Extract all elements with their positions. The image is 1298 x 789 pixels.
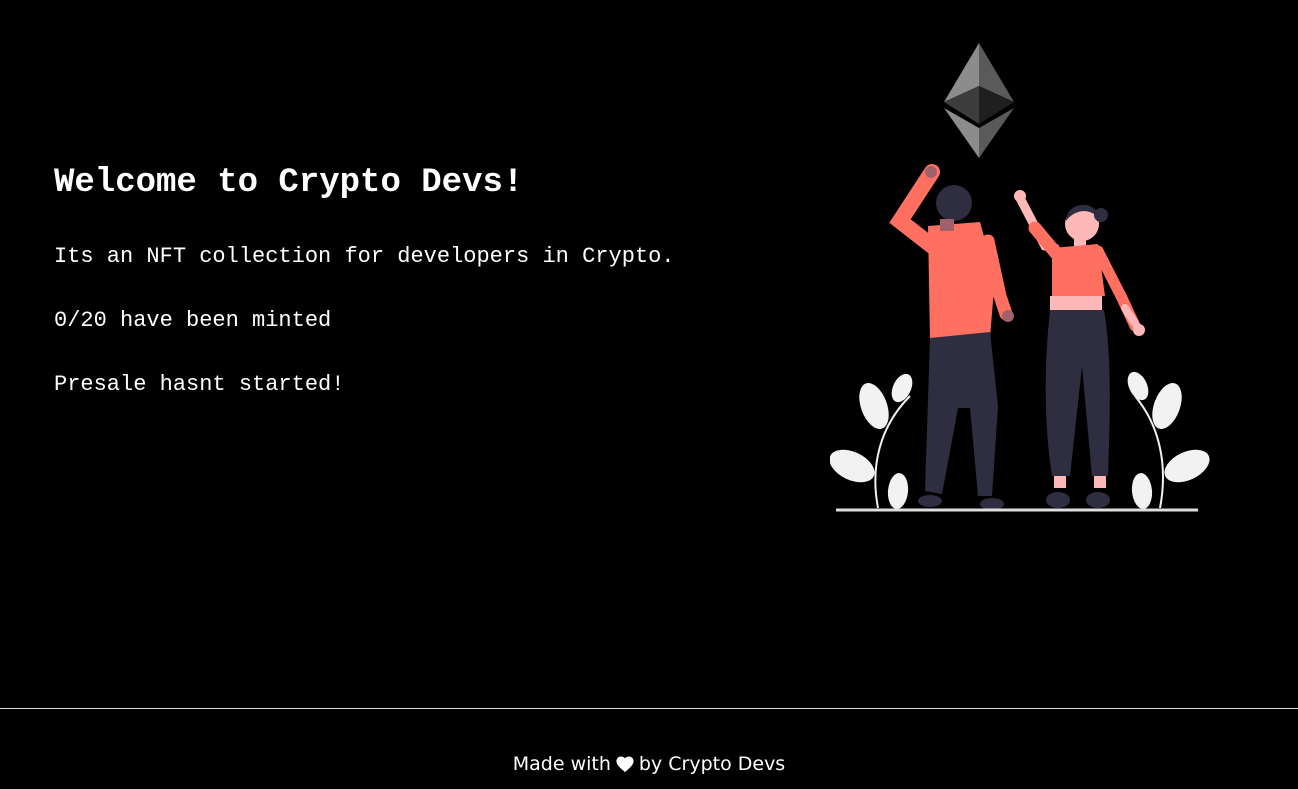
page-title: Welcome to Crypto Devs! <box>54 164 524 202</box>
main-section: Welcome to Crypto Devs! Its an NFT colle… <box>0 0 1298 708</box>
description: Its an NFT collection for developers in … <box>54 244 675 269</box>
heart-icon <box>616 756 634 773</box>
person-woman <box>1014 190 1145 508</box>
ethereum-icon <box>944 43 1014 158</box>
plant-right <box>1127 371 1210 509</box>
intro-section: Welcome to Crypto Devs! Its an NFT colle… <box>54 160 675 397</box>
footer: Made with by Crypto Devs <box>0 709 1298 789</box>
crypto-devs-illustration <box>830 43 1210 512</box>
footer-suffix: by Crypto Devs <box>638 753 786 775</box>
footer-prefix: Made with <box>512 753 611 775</box>
plant-left <box>830 373 913 509</box>
person-man <box>889 164 1014 510</box>
presale-status: Presale hasnt started! <box>54 372 345 397</box>
page: Welcome to Crypto Devs! Its an NFT colle… <box>0 0 1298 789</box>
minted-count: 0/20 have been minted <box>54 308 332 333</box>
